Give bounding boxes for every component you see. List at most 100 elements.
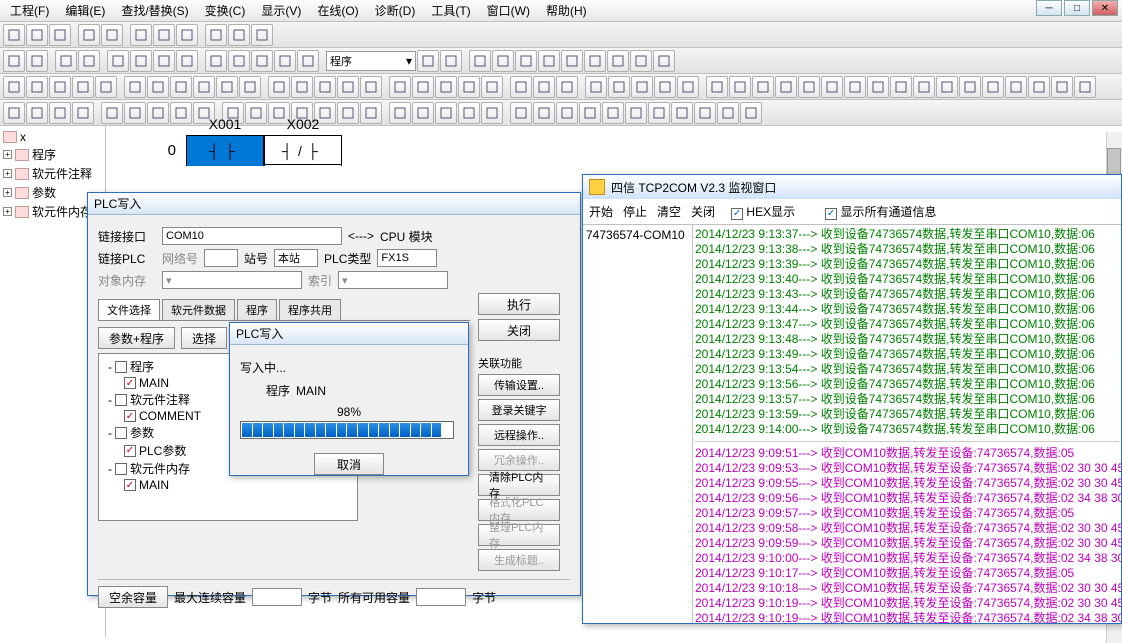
toolbar-button[interactable] bbox=[314, 76, 336, 98]
assoc-button[interactable]: 冗余操作.. bbox=[478, 449, 560, 471]
toolbar-button[interactable] bbox=[3, 76, 25, 98]
tcp-close[interactable]: 关闭 bbox=[691, 203, 715, 220]
checkbox[interactable]: ✓ bbox=[124, 445, 136, 457]
toolbar-button[interactable] bbox=[170, 76, 192, 98]
toolbar-button[interactable] bbox=[49, 24, 71, 46]
toolbar-button[interactable] bbox=[821, 76, 843, 98]
toolbar-button[interactable] bbox=[775, 76, 797, 98]
toolbar-button[interactable] bbox=[625, 102, 647, 124]
toolbar-button[interactable] bbox=[654, 76, 676, 98]
toolbar-button[interactable] bbox=[1051, 76, 1073, 98]
contact-2[interactable]: X002 ┤/├ bbox=[264, 136, 342, 166]
toolbar-button[interactable] bbox=[107, 50, 129, 72]
tree-root[interactable]: x bbox=[3, 129, 102, 145]
toolbar-button[interactable] bbox=[251, 50, 273, 72]
toolbar-button[interactable] bbox=[561, 50, 583, 72]
toolbar-button[interactable] bbox=[78, 24, 100, 46]
assoc-button[interactable]: 登录关键字 bbox=[478, 399, 560, 421]
toolbar-button[interactable] bbox=[268, 76, 290, 98]
toolbar-button[interactable] bbox=[584, 50, 606, 72]
toolbar-button[interactable] bbox=[337, 76, 359, 98]
toolbar-button[interactable] bbox=[228, 24, 250, 46]
expand-icon[interactable]: + bbox=[3, 207, 12, 216]
menu-item[interactable]: 诊断(D) bbox=[369, 0, 422, 21]
tab-program-common[interactable]: 程序共用 bbox=[279, 299, 341, 320]
toolbar-button[interactable] bbox=[78, 50, 100, 72]
toolbar-button[interactable] bbox=[458, 102, 480, 124]
toolbar-button[interactable] bbox=[556, 76, 578, 98]
toolbar-button[interactable] bbox=[533, 76, 555, 98]
toolbar-button[interactable] bbox=[72, 102, 94, 124]
toolbar-button[interactable] bbox=[147, 102, 169, 124]
toolbar-button[interactable] bbox=[101, 24, 123, 46]
tab-file-select[interactable]: 文件选择 bbox=[98, 299, 160, 320]
toolbar-button[interactable] bbox=[55, 50, 77, 72]
expand-icon[interactable]: - bbox=[108, 360, 112, 374]
showall-checkbox[interactable]: ✓ bbox=[825, 208, 837, 220]
toolbar-button[interactable] bbox=[26, 76, 48, 98]
close-button[interactable]: ✕ bbox=[1092, 0, 1118, 16]
tab-devdata[interactable]: 软元件数据 bbox=[162, 299, 235, 320]
menu-item[interactable]: 编辑(E) bbox=[59, 0, 111, 21]
toolbar-button[interactable] bbox=[291, 76, 313, 98]
menu-item[interactable]: 窗口(W) bbox=[481, 0, 536, 21]
toolbar-button[interactable] bbox=[124, 102, 146, 124]
checkbox[interactable] bbox=[115, 394, 127, 406]
assoc-button[interactable]: 生成标题.. bbox=[478, 549, 560, 571]
toolbar-button[interactable] bbox=[694, 102, 716, 124]
toolbar-button[interactable] bbox=[170, 102, 192, 124]
hex-checkbox[interactable]: ✓ bbox=[731, 208, 743, 220]
program-combo[interactable]: 程序▾ bbox=[326, 51, 416, 71]
toolbar-button[interactable] bbox=[435, 76, 457, 98]
tcp-start[interactable]: 开始 bbox=[589, 203, 613, 220]
toolbar-button[interactable] bbox=[458, 76, 480, 98]
toolbar-button[interactable] bbox=[130, 50, 152, 72]
toolbar-button[interactable] bbox=[360, 102, 382, 124]
toolbar-button[interactable] bbox=[1005, 76, 1027, 98]
menu-item[interactable]: 显示(V) bbox=[255, 0, 307, 21]
toolbar-button[interactable] bbox=[1074, 76, 1096, 98]
toolbar-button[interactable] bbox=[717, 102, 739, 124]
checkbox[interactable]: ✓ bbox=[124, 479, 136, 491]
menu-item[interactable]: 工具(T) bbox=[425, 0, 476, 21]
expand-icon[interactable]: - bbox=[108, 462, 112, 476]
channel-list[interactable]: 74736574-COM10 bbox=[583, 225, 693, 623]
toolbar-button[interactable] bbox=[245, 102, 267, 124]
toolbar-button[interactable] bbox=[740, 102, 762, 124]
toolbar-button[interactable] bbox=[3, 50, 25, 72]
toolbar-button[interactable] bbox=[515, 50, 537, 72]
toolbar-button[interactable] bbox=[49, 102, 71, 124]
tab-program[interactable]: 程序 bbox=[237, 299, 277, 320]
toolbar-button[interactable] bbox=[205, 50, 227, 72]
object-combo[interactable]: ▾ bbox=[162, 271, 302, 289]
menu-item[interactable]: 在线(O) bbox=[311, 0, 364, 21]
toolbar-button[interactable] bbox=[440, 50, 462, 72]
toolbar-button[interactable] bbox=[216, 76, 238, 98]
toolbar-button[interactable] bbox=[1028, 76, 1050, 98]
log-view[interactable]: 2014/12/23 9:13:37---> 收到设备74736574数据,转发… bbox=[693, 225, 1121, 623]
toolbar-button[interactable] bbox=[101, 102, 123, 124]
assoc-button[interactable]: 远程操作.. bbox=[478, 424, 560, 446]
network-input[interactable] bbox=[204, 249, 238, 267]
checkbox[interactable] bbox=[115, 427, 127, 439]
execute-button[interactable]: 执行 bbox=[478, 293, 560, 315]
toolbar-button[interactable] bbox=[556, 102, 578, 124]
toolbar-button[interactable] bbox=[510, 76, 532, 98]
toolbar-button[interactable] bbox=[585, 76, 607, 98]
maximize-button[interactable]: □ bbox=[1064, 0, 1090, 16]
assoc-button[interactable]: 清除PLC内存 bbox=[478, 474, 560, 496]
assoc-button[interactable]: 整理PLC内存 bbox=[478, 524, 560, 546]
menu-item[interactable]: 查找/替换(S) bbox=[115, 0, 194, 21]
toolbar-button[interactable] bbox=[49, 76, 71, 98]
toolbar-button[interactable] bbox=[677, 76, 699, 98]
checkbox[interactable] bbox=[115, 361, 127, 373]
toolbar-button[interactable] bbox=[95, 76, 117, 98]
toolbar-button[interactable] bbox=[176, 24, 198, 46]
toolbar-button[interactable] bbox=[752, 76, 774, 98]
toolbar-button[interactable] bbox=[205, 24, 227, 46]
toolbar-button[interactable] bbox=[72, 76, 94, 98]
expand-icon[interactable]: + bbox=[3, 150, 12, 159]
toolbar-button[interactable] bbox=[867, 76, 889, 98]
tree-item[interactable]: +软元件注释 bbox=[3, 164, 102, 183]
cancel-button[interactable]: 取消 bbox=[314, 453, 384, 475]
